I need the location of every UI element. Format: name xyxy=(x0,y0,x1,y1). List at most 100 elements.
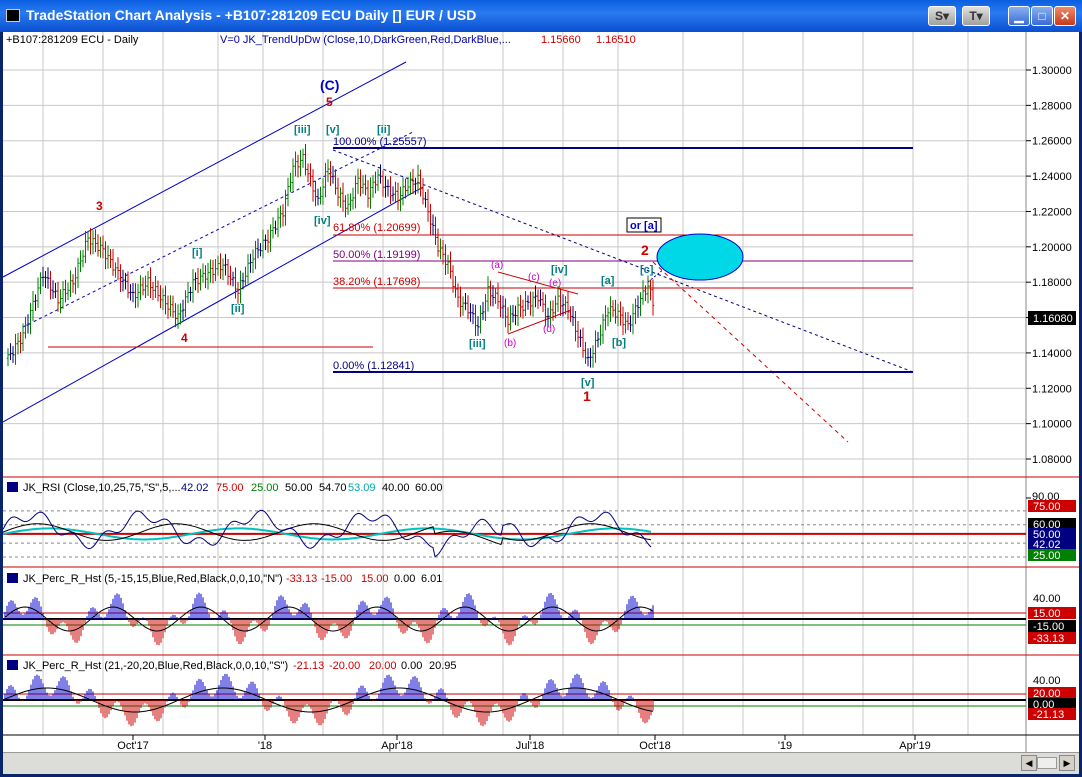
perc1-value-2: -15.00 xyxy=(321,573,352,585)
triangle-lower-line xyxy=(507,309,572,335)
scroll-left-button[interactable]: ◀ xyxy=(1021,755,1037,771)
wave-iii-top-label: [iii] xyxy=(294,124,311,136)
fib-61-label: 61.80% (1.20699) xyxy=(333,222,420,234)
price-tick-label-11: 1.08000 xyxy=(1032,454,1072,466)
wave-2-label: 2 xyxy=(641,242,649,258)
perc1-value-4: 0.00 xyxy=(394,573,415,585)
perc2-value-2: -20.00 xyxy=(329,660,360,672)
rsi-value-8: 60.00 xyxy=(415,482,443,494)
app-icon xyxy=(6,9,20,22)
scroll-thumb[interactable] xyxy=(1037,757,1057,769)
maximize-button[interactable]: □ xyxy=(1031,6,1053,26)
price-tick-label-0: 1.30000 xyxy=(1032,65,1072,77)
wave-b-bracket-label: [b] xyxy=(612,337,626,349)
perc2-panel: 40.0020.000.00-21.13 xyxy=(3,673,1076,727)
rsi-axis-label-4: 25.00 xyxy=(1033,550,1061,562)
horizontal-scrollbar[interactable]: ◀ ▶ xyxy=(3,752,1079,774)
perc1-value-5: 6.01 xyxy=(421,573,442,585)
rsi-panel-icon[interactable] xyxy=(7,482,18,492)
wave-b-label: (b) xyxy=(504,338,516,349)
t-button[interactable]: T▾ xyxy=(962,6,990,26)
rsi-value-3: 25.00 xyxy=(251,482,279,494)
wave-c-label: (c) xyxy=(528,272,540,283)
perc1-axis-label-0: 40.00 xyxy=(1033,593,1061,605)
wave-ii-label: [ii] xyxy=(231,303,245,315)
maximize-icon: □ xyxy=(1038,9,1046,23)
or-a-label: or [a] xyxy=(630,220,658,232)
perc2-axis-label-0: 40.00 xyxy=(1033,675,1061,687)
wave-i-label: [i] xyxy=(192,247,203,259)
indicator-label: V=0 JK_TrendUpDw (Close,10,DarkGreen,Red… xyxy=(220,34,511,46)
perc1-panel-icon[interactable] xyxy=(7,573,18,583)
date-tick-label-2: Apr'18 xyxy=(381,740,412,752)
wave-a-label: (a) xyxy=(491,260,503,271)
rsi-panel: 90.0075.0060.0050.0042.0225.00 xyxy=(2,491,1076,562)
window-titlebar: TradeStation Chart Analysis - +B107:2812… xyxy=(0,0,1082,32)
wave-1-label: 1 xyxy=(583,388,591,404)
wave-3-label: 3 xyxy=(96,199,103,213)
perc1-label: JK_Perc_R_Hst (5,-15,15,Blue,Red,Black,0… xyxy=(23,573,283,585)
perc2-panel-icon[interactable] xyxy=(7,660,18,670)
fib-38-label: 38.20% (1.17698) xyxy=(333,276,420,288)
price-bars xyxy=(6,143,655,368)
price-tick-label-5: 1.20000 xyxy=(1032,242,1072,254)
close-button[interactable]: ✕ xyxy=(1054,6,1076,26)
wave-a-bracket-label: [a] xyxy=(601,275,615,287)
rsi-axis-label-0: 75.00 xyxy=(1033,501,1061,513)
perc2-value-4: 0.00 xyxy=(401,660,422,672)
s-button-label: S xyxy=(934,9,943,23)
price-tick-label-10: 1.10000 xyxy=(1032,419,1072,431)
date-tick-label-1: '18 xyxy=(258,740,272,752)
chart-svg[interactable]: +B107:281209 ECU - Daily V=0 JK_TrendUpD… xyxy=(2,32,1079,752)
rsi-value-5: 54.70 xyxy=(319,482,347,494)
wave-e-label: (e) xyxy=(549,278,561,289)
date-axis: Oct'17 '18 Apr'18 Jul'18 Oct'18 '19 Apr'19 xyxy=(117,735,931,752)
fib-50-label: 50.00% (1.19199) xyxy=(333,249,420,261)
perc2-value-3: 20.00 xyxy=(369,660,397,672)
indicator-value-2: 1.16510 xyxy=(596,34,636,46)
price-tick-label-6: 1.18000 xyxy=(1032,277,1072,289)
perc1-value-3: 15.00 xyxy=(361,573,389,585)
scroll-right-button[interactable]: ▶ xyxy=(1059,755,1075,771)
wave-C-label: (C) xyxy=(320,77,339,93)
last-price-value: 1.16080 xyxy=(1033,313,1073,325)
close-icon: ✕ xyxy=(1059,9,1071,23)
fib-0-label: 0.00% (1.12841) xyxy=(333,360,414,372)
perc1-value-1: -33.13 xyxy=(286,573,317,585)
s-button[interactable]: S▾ xyxy=(928,6,956,26)
rsi-label: JK_RSI (Close,10,25,75,"S",5,... xyxy=(23,482,181,494)
wave-iii-mid-label: [iii] xyxy=(469,338,486,350)
window-title: TradeStation Chart Analysis - +B107:2812… xyxy=(26,7,477,23)
date-tick-label-0: Oct'17 xyxy=(117,740,148,752)
wave-iv-mid-label: [iv] xyxy=(551,264,568,276)
rsi-value-6: 53.09 xyxy=(348,482,376,494)
price-tick-label-1: 1.28000 xyxy=(1032,100,1072,112)
indicator-value-1: 1.15660 xyxy=(541,34,581,46)
t-button-label: T xyxy=(969,9,977,23)
projection-line-red xyxy=(652,261,849,443)
price-tick-label-2: 1.26000 xyxy=(1032,136,1072,148)
wave-v-top-label: [v] xyxy=(326,124,340,136)
wave-iv-label: [iv] xyxy=(314,215,331,227)
chart-area[interactable]: +B107:281209 ECU - Daily V=0 JK_TrendUpD… xyxy=(2,32,1079,752)
perc1-panel: 40.00 15.00-15.00-33.13 xyxy=(3,592,1076,646)
date-tick-label-3: Jul'18 xyxy=(516,740,544,752)
date-tick-label-6: Apr'19 xyxy=(899,740,930,752)
price-tick-label-4: 1.22000 xyxy=(1032,206,1072,218)
wave-d-label: (d) xyxy=(543,324,555,335)
perc1-axis-label-3: -33.13 xyxy=(1033,633,1064,645)
target-zone-ellipse[interactable] xyxy=(656,233,744,281)
wave-4-label: 4 xyxy=(181,331,188,345)
rsi-value-2: 75.00 xyxy=(216,482,244,494)
symbol-label: +B107:281209 ECU - Daily xyxy=(6,34,139,46)
channel-upper-line xyxy=(2,61,407,278)
date-tick-label-5: '19 xyxy=(778,740,792,752)
rsi-value-4: 50.00 xyxy=(285,482,313,494)
price-tick-label-3: 1.24000 xyxy=(1032,171,1072,183)
minimize-button[interactable]: ▁ xyxy=(1008,6,1030,26)
price-axis: 1.30000 1.28000 1.26000 1.24000 1.22000 1.200… xyxy=(1026,65,1072,466)
perc1-axis-label-1: 15.00 xyxy=(1033,608,1061,620)
wave-c-bracket-label: [c] xyxy=(640,264,654,276)
minimize-icon: ▁ xyxy=(1014,9,1024,23)
scroll-left-icon: ◀ xyxy=(1025,758,1033,768)
